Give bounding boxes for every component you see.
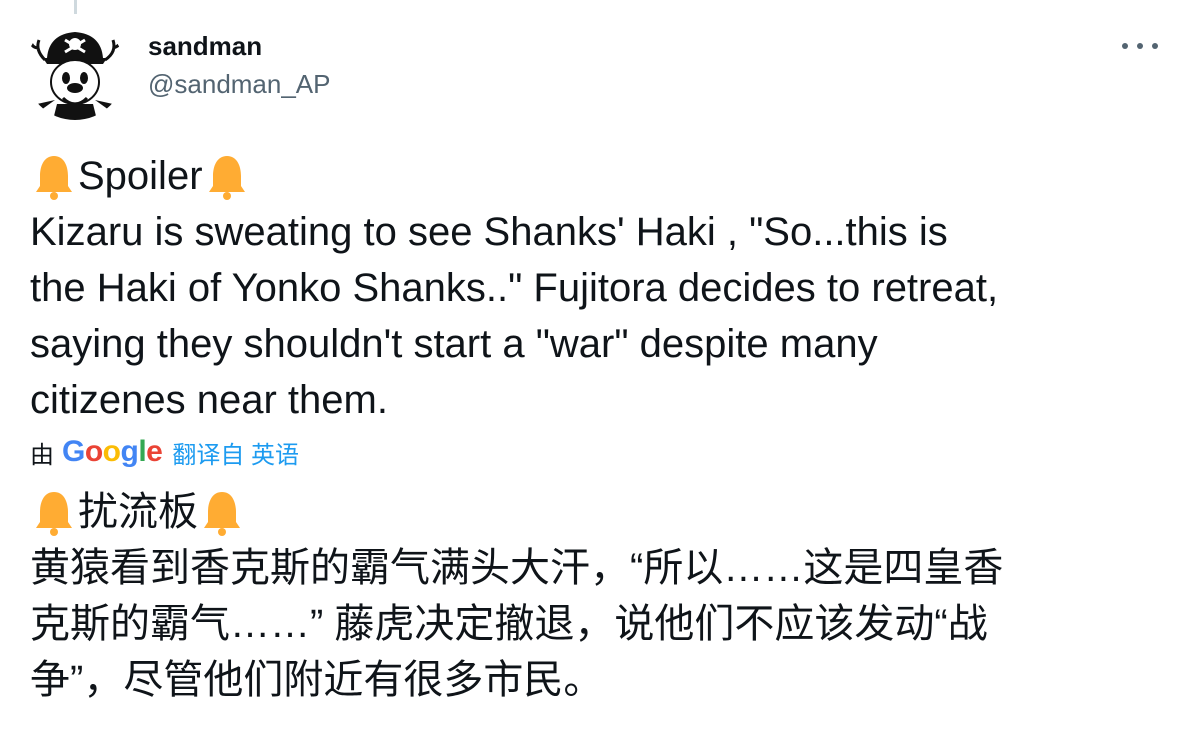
more-dots-icon [1122,43,1128,49]
author-handle[interactable]: @sandman_AP [148,68,331,100]
author-display-name[interactable]: sandman [148,30,331,62]
translated-line: 黄猿看到香克斯的霸气满头大汗，“所以……这是四皇香 [30,546,1004,590]
bell-emoji-icon [30,148,78,204]
translation-attribution: 由 Google 翻译自 英语 [30,432,299,472]
tweet-line: the Haki of Yonko Shanks.." Fujitora dec… [30,266,999,310]
tweet-line: Kizaru is sweating to see Shanks' Haki ,… [30,210,948,254]
avatar[interactable] [25,20,125,120]
translated-title: 扰流板 [78,490,198,534]
pirate-chopper-avatar-icon [29,32,123,120]
more-dots-icon [1152,43,1158,49]
thread-connector-line [74,0,77,14]
tweet-text-original: Spoiler Kizaru is sweating to see Shanks… [30,148,1160,428]
author-block: sandman @sandman_AP [148,30,331,100]
more-options-button[interactable] [1122,36,1158,56]
translated-from-link[interactable]: 翻译自 英语 [172,435,299,470]
bell-emoji-icon [203,148,251,204]
tweet-line: saying they shouldn't start a "war" desp… [30,322,878,366]
bell-emoji-icon [30,484,78,540]
tweet-line: citizenes near them. [30,378,388,422]
translated-title-line: 扰流板 [30,484,1160,540]
tweet-title-line: Spoiler [30,148,1160,204]
bell-emoji-icon [198,484,246,540]
translated-by-label: 由 [30,441,54,469]
translated-line: 争”，尽管他们附近有很多市民。 [30,658,604,702]
translated-line: 克斯的霸气……” 藤虎决定撤退，说他们不应该发动“战 [30,602,988,646]
more-dots-icon [1137,43,1143,49]
tweet-title: Spoiler [78,154,203,198]
google-logo: Google [62,435,163,468]
tweet-text-translated: 扰流板 黄猿看到香克斯的霸气满头大汗，“所以……这是四皇香 克斯的霸气……” 藤… [30,484,1160,708]
tweet-card: sandman @sandman_AP Spoiler Kizaru is sw… [0,0,1180,738]
